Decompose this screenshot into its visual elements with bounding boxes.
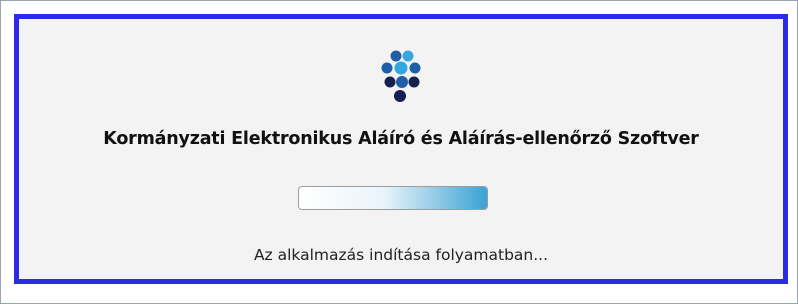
logo-dot: [384, 76, 396, 88]
logo-dot: [394, 61, 408, 75]
logo-dot: [408, 76, 420, 88]
loading-status-text: Az alkalmazás indítása folyamatban...: [253, 246, 549, 264]
logo-dot: [402, 50, 414, 62]
dots-logo-icon: [381, 50, 421, 102]
splash-panel: Kormányzati Elektronikus Aláíró és Aláír…: [14, 14, 788, 284]
logo-dot: [409, 62, 421, 74]
window-frame: Kormányzati Elektronikus Aláíró és Aláír…: [0, 0, 798, 304]
logo-dot: [381, 62, 393, 74]
logo-dot: [390, 50, 402, 62]
app-title: Kormányzati Elektronikus Aláíró és Aláír…: [103, 129, 699, 149]
progress-fill: [299, 187, 487, 209]
logo-dot: [396, 76, 408, 88]
logo-dot: [394, 90, 406, 102]
loading-progress-bar: [298, 186, 488, 210]
